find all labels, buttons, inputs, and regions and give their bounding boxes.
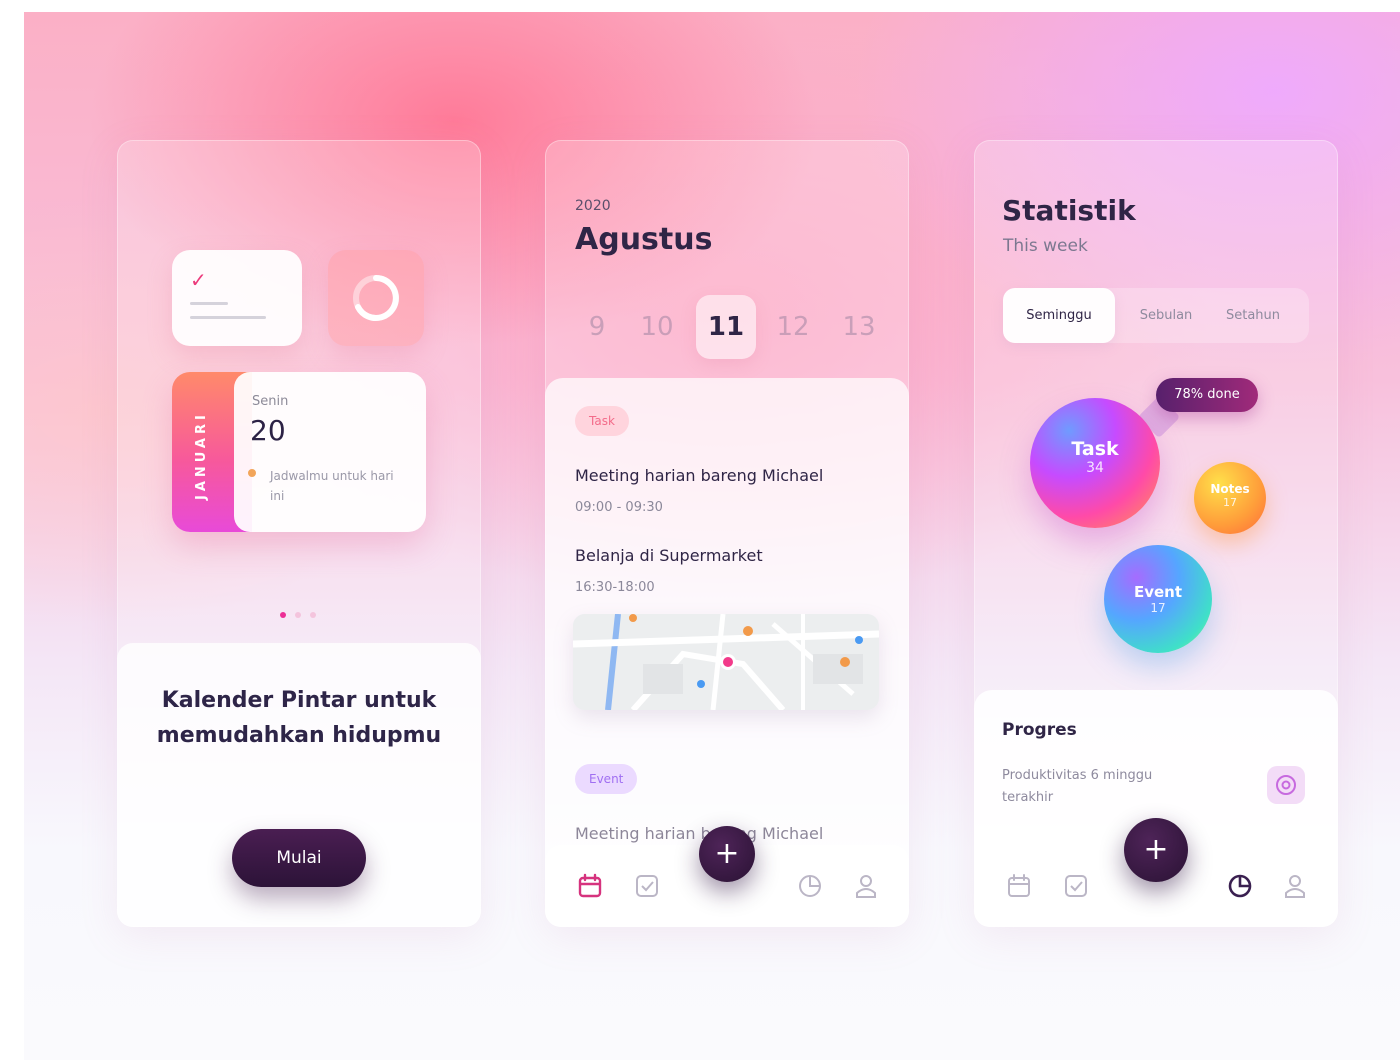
add-button[interactable]: +	[1124, 818, 1188, 882]
bullet-dot	[248, 469, 256, 477]
agenda-item-title[interactable]: Belanja di Supermarket	[575, 546, 763, 565]
day-item[interactable]: 10	[627, 295, 687, 359]
day-selector: 9 10 11 12 13	[567, 295, 907, 360]
agenda-item-title[interactable]: Meeting harian bareng Michael	[575, 466, 823, 485]
period-option-selected[interactable]: Seminggu	[1003, 288, 1115, 343]
progress-ring-icon	[353, 275, 399, 321]
progress-settings-button[interactable]	[1267, 766, 1305, 804]
calendar-screen: 2020 Agustus 9 10 11 12 13 Task Meeting …	[545, 140, 909, 927]
progress-title: Progres	[1002, 720, 1077, 740]
calendar-icon[interactable]	[575, 871, 605, 901]
page-dot[interactable]	[310, 612, 316, 618]
event-bubble[interactable]: Event 17	[1104, 545, 1212, 653]
event-tag: Event	[575, 764, 638, 794]
placeholder-line	[190, 302, 228, 305]
bubble-label: Event	[1133, 583, 1183, 601]
task-tag: Task	[575, 406, 629, 436]
agenda-item-title[interactable]: Meeting harian bareng Michael	[575, 824, 823, 843]
done-badge: 78% done	[1156, 378, 1258, 412]
onboarding-panel: Kalender Pintar untuk memudahkan hidupmu…	[117, 643, 481, 927]
agenda-item-time: 16:30-18:00	[575, 580, 655, 595]
map-image	[573, 614, 879, 710]
page-title: Statistik	[1002, 194, 1136, 227]
tagline: Kalender Pintar untuk memudahkan hidupmu	[156, 688, 442, 748]
user-icon[interactable]	[851, 871, 881, 901]
period-selector: Seminggu Sebulan Setahun	[1003, 288, 1309, 343]
statistics-screen: Statistik This week Seminggu Sebulan Set…	[974, 140, 1338, 927]
pie-chart-icon[interactable]	[795, 871, 825, 901]
bubble-value: 17	[1223, 496, 1237, 509]
month-label: JANUARI	[194, 411, 209, 500]
agenda-item-time: 09:00 - 09:30	[575, 500, 663, 515]
bubble-label: Task	[1071, 438, 1119, 460]
page-indicator	[280, 603, 325, 622]
pie-chart-icon[interactable]	[1225, 871, 1255, 901]
day-number: 20	[250, 414, 286, 447]
task-preview-card: ✓	[172, 250, 302, 346]
checkbox-icon[interactable]	[632, 871, 662, 901]
add-button[interactable]: +	[699, 826, 755, 882]
date-body: Senin 20 Jadwalmu untuk hari ini	[234, 372, 426, 532]
target-icon	[1276, 775, 1296, 795]
bubble-value: 17	[1150, 601, 1166, 615]
calendar-icon[interactable]	[1004, 871, 1034, 901]
day-item[interactable]: 9	[567, 295, 627, 359]
day-note: Jadwalmu untuk hari ini	[270, 469, 394, 503]
progress-description: Produktivitas 6 minggu terakhir	[1002, 768, 1153, 805]
notes-bubble[interactable]: Notes 17	[1194, 462, 1266, 534]
bubble-value: 34	[1086, 460, 1104, 476]
page-dot-active[interactable]	[280, 612, 286, 618]
day-item[interactable]: 13	[829, 295, 889, 359]
day-item[interactable]: 12	[763, 295, 823, 359]
date-card: JANUARI Senin 20 Jadwalmu untuk hari ini	[172, 372, 426, 532]
start-button[interactable]: Mulai	[232, 829, 366, 887]
location-map[interactable]	[573, 614, 879, 710]
placeholder-line	[190, 316, 266, 319]
period-option[interactable]: Setahun	[1209, 288, 1297, 343]
onboarding-screen: ✓ JANUARI Senin 20 Jadwalmu untuk hari i…	[117, 140, 481, 927]
month-title: Agustus	[575, 222, 713, 257]
bubble-label: Notes	[1210, 482, 1250, 496]
year-label: 2020	[575, 198, 611, 214]
task-bubble[interactable]: Task 34	[1030, 398, 1160, 528]
page-dot[interactable]	[295, 612, 301, 618]
checkmark-icon: ✓	[190, 268, 207, 292]
page-subtitle: This week	[1003, 236, 1088, 256]
user-icon[interactable]	[1280, 871, 1310, 901]
day-item-selected[interactable]: 11	[696, 295, 756, 359]
checkbox-icon[interactable]	[1061, 871, 1091, 901]
period-option[interactable]: Sebulan	[1123, 288, 1209, 343]
day-name: Senin	[252, 394, 289, 409]
progress-preview-card	[328, 250, 424, 346]
